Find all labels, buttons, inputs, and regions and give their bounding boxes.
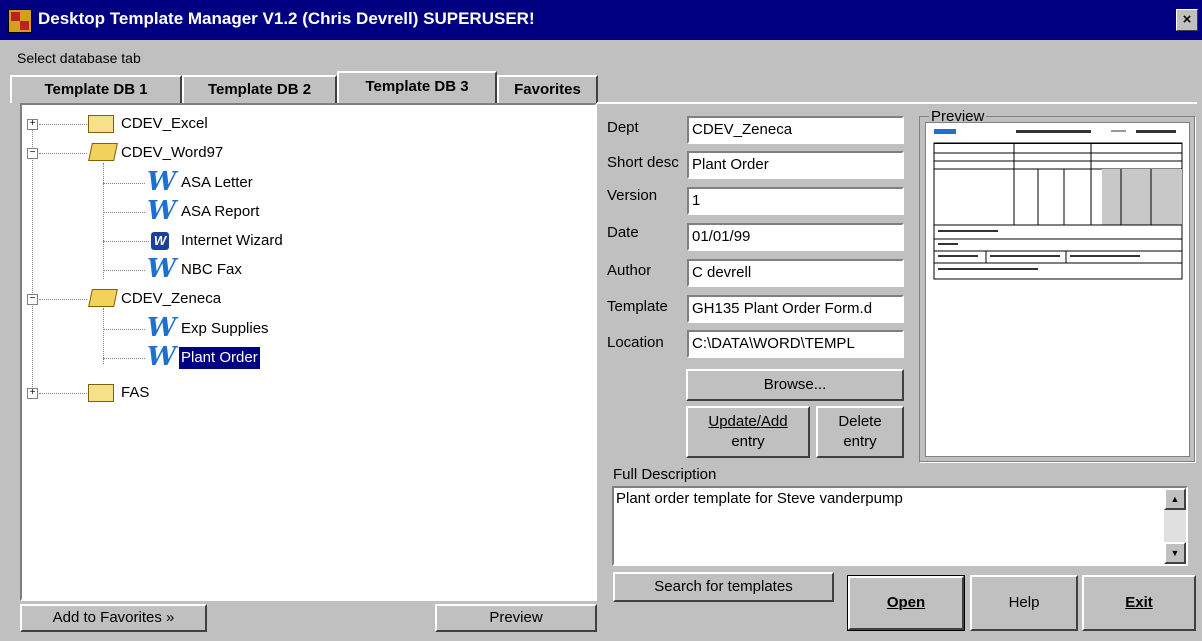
app-icon [8,9,32,33]
tree-connector [103,308,104,364]
delete-label: Delete [838,413,882,430]
word-document-icon: W [147,254,177,284]
add-to-favorites-button[interactable]: Add to Favorites » [20,604,207,632]
folder-open-icon [88,143,118,161]
collapse-toggle[interactable]: − [27,294,38,305]
tree-connector [103,358,145,359]
select-database-label: Select database tab [17,50,141,66]
form-thumbnail [933,129,1183,280]
tree-connector [32,123,33,393]
window-title: Desktop Template Manager V1.2 (Chris Dev… [38,9,535,28]
dept-label: Dept [607,119,639,136]
help-button[interactable]: Help [970,575,1078,631]
tree-connector [103,329,145,330]
description-scrollbar[interactable]: ▲ ▼ [1164,488,1186,564]
tree-item-asa-letter[interactable]: ASA Letter [181,172,253,194]
scroll-up-arrow-icon[interactable]: ▲ [1164,488,1186,510]
wizard-icon: W [151,232,169,250]
word-document-icon: W [147,313,177,343]
folder-open-icon [88,289,118,307]
folder-icon [88,384,114,402]
tree-connector [103,183,145,184]
collapse-toggle[interactable]: − [27,148,38,159]
tree-connector [39,153,87,154]
tree-connector [103,270,145,271]
date-field[interactable]: 01/01/99 [687,223,904,251]
tree-connector [39,124,87,125]
template-preview-image [925,122,1190,457]
word-document-icon: W [147,167,177,197]
scroll-down-arrow-icon[interactable]: ▼ [1164,542,1186,564]
tree-item-cdev-excel[interactable]: CDEV_Excel [121,113,208,135]
full-description-textarea[interactable]: Plant order template for Steve vanderpum… [612,486,1188,566]
close-button[interactable]: × [1176,9,1198,31]
expand-toggle[interactable]: + [27,388,38,399]
word-document-icon: W [147,342,177,372]
version-field[interactable]: 1 [687,187,904,215]
full-description-text: Plant order template for Steve vanderpum… [616,490,903,507]
template-tree[interactable]: + CDEV_Excel − CDEV_Word97 W ASA Letter … [20,103,597,601]
expand-toggle[interactable]: + [27,119,38,130]
tree-item-plant-order[interactable]: Plant Order [178,346,261,370]
tab-template-db-2[interactable]: Template DB 2 [182,75,337,103]
tab-favorites[interactable]: Favorites [497,75,598,103]
title-bar[interactable]: Desktop Template Manager V1.2 (Chris Dev… [0,0,1202,40]
tree-item-cdev-zeneca[interactable]: CDEV_Zeneca [121,288,221,310]
template-field[interactable]: GH135 Plant Order Form.d [687,295,904,323]
tree-connector [103,212,145,213]
tree-connector [39,299,87,300]
author-label: Author [607,262,652,279]
template-label: Template [607,298,668,315]
open-button[interactable]: Open [847,575,965,631]
delete-entry-button[interactable]: Delete entry [816,406,904,458]
tree-connector [103,241,149,242]
location-field[interactable]: C:\DATA\WORD\TEMPL [687,330,904,358]
dept-field[interactable]: CDEV_Zeneca [687,116,904,144]
open-button-label: Open [848,576,964,630]
short-desc-field[interactable]: Plant Order [687,151,904,179]
search-templates-button[interactable]: Search for templates [613,572,834,602]
full-description-label: Full Description [613,466,717,483]
tree-item-asa-report[interactable]: ASA Report [181,201,259,223]
exit-button[interactable]: Exit [1082,575,1196,631]
tree-item-internet-wizard[interactable]: Internet Wizard [181,230,283,252]
folder-icon [88,115,114,133]
word-document-icon: W [147,196,177,226]
update-add-entry-label: entry [731,433,765,450]
tree-item-fas[interactable]: FAS [121,382,149,404]
delete-entry-label: entry [843,433,877,450]
tab-strip-line [597,102,1197,104]
tree-item-nbc-fax[interactable]: NBC Fax [181,259,242,281]
author-field[interactable]: C devrell [687,259,904,287]
update-add-entry-button[interactable]: Update/Add entry [686,406,810,458]
location-label: Location [607,334,664,351]
preview-button[interactable]: Preview [435,604,597,632]
tab-template-db-1[interactable]: Template DB 1 [10,75,182,103]
tree-connector [39,393,87,394]
tree-item-cdev-word97[interactable]: CDEV_Word97 [121,142,223,164]
update-add-label: Update/Add [708,413,788,430]
date-label: Date [607,224,639,241]
tree-item-exp-supplies[interactable]: Exp Supplies [181,318,269,340]
tree-connector [103,163,104,279]
version-label: Version [607,187,658,204]
tab-template-db-3[interactable]: Template DB 3 [337,71,497,104]
short-desc-label: Short desc [607,154,679,171]
browse-button[interactable]: Browse... [686,369,904,401]
